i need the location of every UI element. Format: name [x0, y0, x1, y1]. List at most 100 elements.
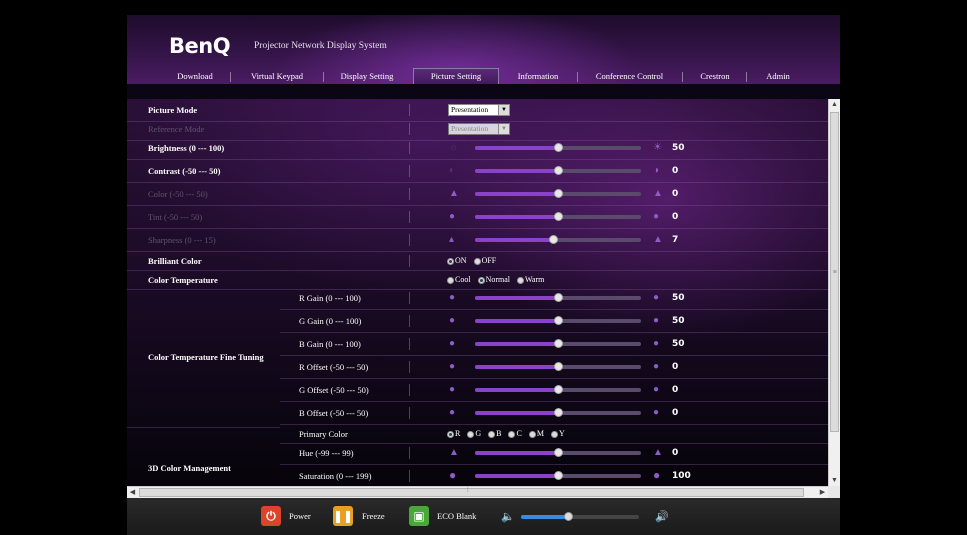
radio-dot[interactable] — [447, 276, 454, 284]
radio-dot[interactable] — [447, 257, 454, 265]
drop-low-icon[interactable]: ● — [449, 292, 455, 303]
radio-dot[interactable] — [467, 430, 475, 438]
drop-high-icon[interactable]: ● — [653, 384, 659, 395]
contrast-slider[interactable] — [475, 166, 641, 175]
slider-knob[interactable] — [554, 385, 563, 394]
tab-information[interactable]: Information — [503, 69, 573, 84]
slider-knob[interactable] — [554, 293, 563, 302]
picture-settings-panel: Picture Mode Presentation ▼ Reference Mo… — [127, 99, 828, 486]
saturation-high-icon[interactable]: ● — [653, 469, 660, 481]
slider-fill — [475, 365, 558, 369]
saturation-label: Saturation (0 --- 199) — [299, 471, 372, 481]
volume-knob[interactable] — [564, 512, 574, 521]
eco-blank-button[interactable]: ▣ — [409, 506, 429, 526]
drop-high-icon[interactable]: ● — [653, 407, 659, 418]
contrast-high-icon[interactable]: ◑ — [653, 165, 659, 176]
contrast-low-icon[interactable]: ◐ — [449, 165, 455, 176]
brilliant-color-off-radio[interactable]: OFF — [473, 252, 496, 270]
scroll-down-icon[interactable]: ▼ — [829, 475, 840, 486]
hue-slider[interactable] — [475, 448, 641, 457]
column-divider — [409, 123, 410, 135]
primary-g-radio[interactable]: G — [467, 425, 481, 443]
g-offset-value: 0 — [672, 385, 679, 395]
volume-down-icon[interactable]: 🔈 — [501, 510, 515, 523]
picture-mode-value: Presentation — [451, 105, 489, 114]
slider-knob[interactable] — [554, 166, 563, 175]
volume-up-icon[interactable]: 🔊 — [655, 510, 669, 523]
drop-low-icon[interactable]: ● — [449, 361, 455, 372]
volume-slider[interactable] — [521, 512, 639, 521]
freeze-button[interactable]: ❚❚ — [333, 506, 353, 526]
tab-conference-control[interactable]: Conference Control — [582, 69, 677, 84]
slider-knob[interactable] — [554, 448, 563, 457]
primary-m-radio[interactable]: M — [528, 425, 544, 443]
scroll-left-icon[interactable]: ◀ — [127, 487, 138, 498]
tab-download[interactable]: Download — [160, 69, 230, 84]
sun-bright-icon[interactable]: ☀ — [653, 142, 662, 153]
drop-low-icon[interactable]: ● — [449, 407, 455, 418]
drop-low-icon[interactable]: ● — [449, 338, 455, 349]
saturation-slider[interactable] — [475, 471, 641, 480]
drop-high-icon[interactable]: ● — [653, 292, 659, 303]
scroll-up-icon[interactable]: ▲ — [829, 99, 840, 110]
slider-knob[interactable] — [554, 316, 563, 325]
brightness-slider[interactable] — [475, 143, 641, 152]
g-gain-slider[interactable] — [475, 316, 641, 325]
drop-low-icon[interactable]: ● — [449, 315, 455, 326]
vertical-scrollbar[interactable]: ▲ ≡ ▼ — [828, 99, 840, 486]
slider-fill — [475, 388, 558, 392]
g-offset-slider[interactable] — [475, 385, 641, 394]
scroll-thumb[interactable]: ≡ — [830, 112, 839, 432]
r-offset-label: R Offset (-50 --- 50) — [299, 362, 369, 372]
r-gain-slider[interactable] — [475, 293, 641, 302]
tab-virtual-keypad[interactable]: Virtual Keypad — [233, 69, 321, 84]
r-offset-slider[interactable] — [475, 362, 641, 371]
picture-mode-select[interactable]: Presentation ▼ — [448, 104, 510, 116]
primary-b-radio[interactable]: B — [488, 425, 501, 443]
primary-c-radio[interactable]: C — [508, 425, 522, 443]
b-gain-slider[interactable] — [475, 339, 641, 348]
horizontal-scrollbar[interactable]: ◀ ⦙ ▶ — [127, 486, 828, 498]
slider-knob[interactable] — [554, 339, 563, 348]
radio-dot[interactable] — [477, 276, 485, 284]
radio-dot[interactable] — [488, 430, 496, 438]
tab-picture-setting[interactable]: Picture Setting — [413, 68, 499, 84]
slider-knob[interactable] — [554, 143, 563, 152]
primary-color-options: R G B C M Y — [447, 425, 570, 443]
slider-knob[interactable] — [554, 471, 563, 480]
slider-knob[interactable] — [554, 408, 563, 417]
brilliant-color-on-radio[interactable]: ON — [447, 252, 467, 270]
saturation-low-icon[interactable]: ● — [449, 469, 456, 481]
hue-high-icon[interactable]: ▲ — [653, 447, 663, 458]
drop-high-icon[interactable]: ● — [653, 315, 659, 326]
scroll-right-icon[interactable]: ▶ — [817, 487, 828, 498]
b-offset-slider[interactable] — [475, 408, 641, 417]
power-button[interactable]: ⏻ — [261, 506, 281, 526]
radio-dot[interactable] — [517, 276, 524, 284]
primary-y-radio[interactable]: Y — [550, 425, 565, 443]
drop-high-icon[interactable]: ● — [653, 338, 659, 349]
drop-low-icon[interactable]: ● — [449, 384, 455, 395]
radio-dot[interactable] — [528, 430, 536, 438]
primary-r-radio[interactable]: R — [447, 425, 460, 443]
drop-high-icon[interactable]: ● — [653, 361, 659, 372]
radio-dot[interactable] — [508, 430, 516, 438]
slider-fill — [475, 296, 558, 300]
radio-dot[interactable] — [473, 257, 481, 265]
reference-mode-select: Presentation ▼ — [448, 123, 510, 135]
tab-admin[interactable]: Admin — [750, 69, 806, 84]
fine-tuning-label: Color Temperature Fine Tuning — [148, 352, 264, 362]
column-divider — [409, 292, 410, 304]
sun-dim-icon[interactable]: ☼ — [449, 142, 458, 153]
scroll-thumb[interactable]: ⦙ — [139, 486, 804, 497]
nav-bar: Download Virtual Keypad Display Setting … — [127, 68, 840, 84]
radio-dot[interactable] — [447, 430, 454, 438]
hue-low-icon[interactable]: ▲ — [449, 447, 459, 458]
radio-dot[interactable] — [550, 430, 558, 438]
g-gain-value: 50 — [672, 316, 685, 326]
column-divider — [409, 255, 410, 267]
tab-display-setting[interactable]: Display Setting — [327, 69, 407, 84]
tab-crestron[interactable]: Crestron — [687, 69, 743, 84]
brilliant-color-label: Brilliant Color — [148, 256, 202, 266]
slider-knob[interactable] — [554, 362, 563, 371]
